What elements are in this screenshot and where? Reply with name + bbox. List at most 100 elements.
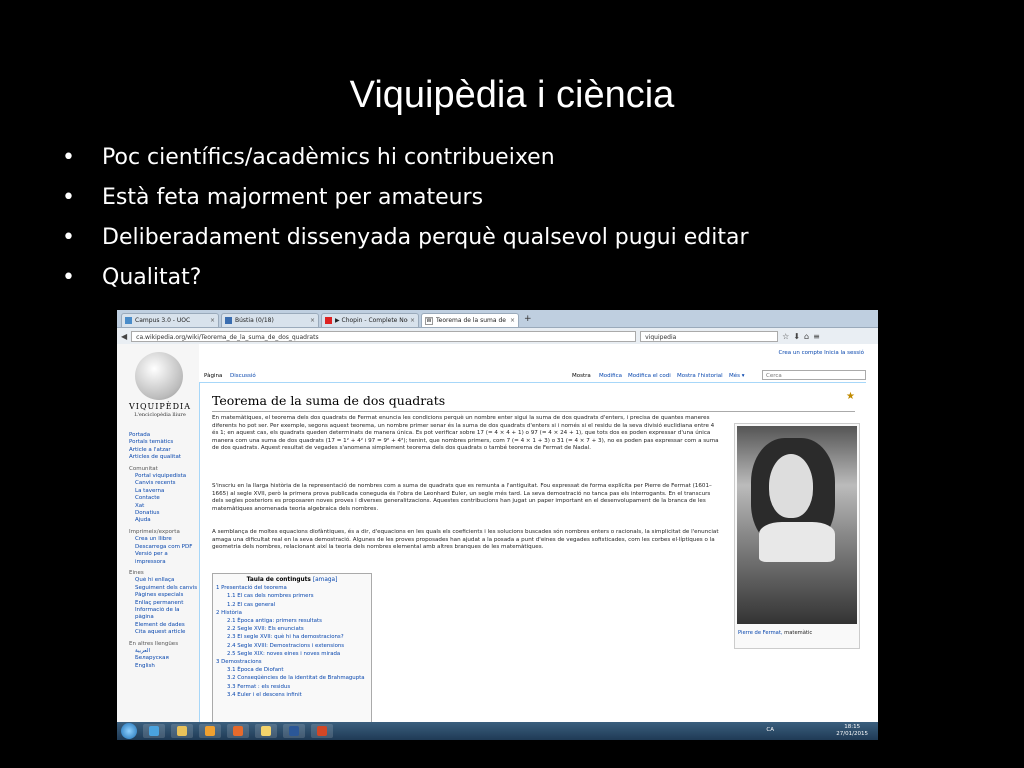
mail-icon (225, 317, 232, 324)
tab-read[interactable]: Mostra (572, 373, 591, 379)
image-caption: Pierre de Fermat, matemàtic (738, 630, 813, 636)
language-indicator[interactable]: CA (766, 727, 774, 733)
toc-item[interactable]: 2.1 Època antiga: primers resultats (213, 617, 371, 625)
toc-item[interactable]: 2.5 Segle XIX: noves eines i noves mirad… (213, 650, 371, 658)
sidebar-link[interactable]: impressora (129, 559, 199, 566)
word-icon (289, 726, 299, 736)
sidebar-link[interactable]: Seguiment dels canvis (129, 585, 199, 592)
browser-tab[interactable]: ▶ Chopin - Complete Noc...× (321, 313, 419, 327)
taskbar-app[interactable] (199, 724, 221, 738)
sidebar-link[interactable]: Canvis recents (129, 480, 199, 487)
taskbar-app[interactable] (255, 724, 277, 738)
sidebar-link[interactable]: English (129, 663, 199, 670)
sidebar-link[interactable]: Enllaç permanent (129, 600, 199, 607)
browser-tabbar: Campus 3.0 - UOC × Bústia (0/18) × ▶ Chopi… (117, 310, 878, 328)
close-icon[interactable]: × (310, 317, 315, 324)
sidebar-link[interactable]: Article a l'atzar (129, 447, 199, 454)
new-tab-icon[interactable]: + (524, 314, 532, 324)
toc-item[interactable]: 1 Presentació del teorema (213, 584, 371, 592)
menu-icon[interactable]: ≡ (813, 332, 820, 341)
back-icon[interactable]: ◀ (121, 332, 127, 341)
sidebar-link[interactable]: Element de dades (129, 622, 199, 629)
sidebar-link[interactable]: Portals temàtics (129, 439, 199, 446)
start-button[interactable] (121, 723, 137, 739)
sidebar-link[interactable]: العربية (129, 648, 199, 655)
wiki-logo-subtitle: L'enciclopèdia lliure (134, 412, 186, 418)
article-paragraph: A semblança de moltes equacions diofànti… (212, 529, 719, 551)
tab-edit-source[interactable]: Modifica el codi (628, 373, 671, 379)
bullet-item: • Qualitat? (62, 265, 202, 290)
browser-tab[interactable]: Campus 3.0 - UOC × (121, 313, 219, 327)
sidebar-link[interactable]: Contacte (129, 495, 199, 502)
toc-item[interactable]: 2.2 Segle XVII: Els enunciats (213, 625, 371, 633)
sidebar-link[interactable]: Articles de qualitat (129, 454, 199, 461)
close-icon[interactable]: × (210, 317, 215, 324)
sidebar-link[interactable]: Xat (129, 503, 199, 510)
sidebar-link[interactable]: pàgina (129, 614, 199, 621)
bullet-list: • Poc científics/acadèmics hi contribueix… (62, 140, 749, 300)
tab-edit[interactable]: Modifica (599, 373, 622, 379)
wiki-logo-globe[interactable] (135, 352, 183, 400)
sidebar-link[interactable]: Cita aquest article (129, 629, 199, 636)
article-title: Teorema de la suma de dos quadrats (212, 393, 446, 408)
personal-tools[interactable]: Crea un compte Inicia la sessió (778, 350, 864, 356)
sidebar-link[interactable]: Pàgines especials (129, 592, 199, 599)
sidebar-link[interactable]: Informació de la (129, 607, 199, 614)
wikipedia-page: VIQUIPÈDIA L'enciclopèdia lliure Portada… (117, 344, 878, 725)
toc-item[interactable]: 3.4 Euler i el descens infinit (213, 691, 371, 699)
sidebar-link[interactable]: Crea un llibre (129, 536, 199, 543)
toc-item[interactable]: 1.2 El cas general (213, 601, 371, 609)
tab-discussion[interactable]: Discussió (230, 373, 256, 379)
sidebar-link[interactable]: Portada (129, 432, 199, 439)
fermat-portrait-image[interactable] (737, 426, 857, 624)
sidebar-link[interactable]: Donatius (129, 510, 199, 517)
bullet-item: • Està feta majorment per amateurs (62, 185, 484, 210)
home-icon[interactable]: ⌂ (804, 332, 809, 341)
browser-search-input[interactable]: viquipedia (640, 330, 779, 342)
toc-item[interactable]: 3.2 Conseqüències de la identitat de Bra… (213, 674, 371, 682)
media-player-icon (205, 726, 215, 736)
sidebar-link[interactable]: Portal viquipedista (129, 473, 199, 480)
close-icon[interactable]: × (410, 317, 415, 324)
sidebar-link[interactable]: Беларуская (129, 655, 199, 662)
taskbar-app[interactable] (227, 724, 249, 738)
browser-tab[interactable]: Bústia (0/18) × (221, 313, 319, 327)
sidebar-link[interactable]: La taverna (129, 488, 199, 495)
toc-item[interactable]: 3 Demostracions (213, 658, 371, 666)
url-input[interactable]: ca.wikipedia.org/wiki/Teorema_de_la_suma… (131, 330, 637, 342)
browser-tab-active[interactable]: WTeorema de la suma de do...× (421, 313, 519, 327)
toc-item[interactable]: 3.1 Època de Diofant (213, 666, 371, 674)
taskbar-app[interactable] (143, 724, 165, 738)
powerpoint-icon (317, 726, 327, 736)
tab-history[interactable]: Mostra l'historial (677, 373, 723, 379)
toc-item[interactable]: 2.3 El segle XVII: què hi ha demostracio… (213, 633, 371, 641)
toc-item[interactable]: 3.3 Fermat : els residus (213, 683, 371, 691)
table-of-contents: Taula de continguts [amaga] 1 Presentaci… (212, 573, 372, 725)
close-icon[interactable]: × (510, 317, 515, 324)
sidebar-link[interactable]: Versió per a (129, 551, 199, 558)
sidebar-link[interactable]: Descarrega com PDF (129, 544, 199, 551)
sidebar-heading: En altres llengües (129, 640, 179, 647)
folder-icon (261, 726, 271, 736)
star-icon[interactable]: ☆ (782, 332, 789, 341)
infobox-image[interactable]: Pierre de Fermat, matemàtic (734, 423, 860, 649)
wiki-search-input[interactable]: Cerca (762, 370, 866, 380)
taskbar-app[interactable] (283, 724, 305, 738)
clock[interactable]: 18:15 27/01/2015 (836, 724, 868, 738)
bullet-item: • Deliberadament dissenyada perquè qualse… (62, 225, 749, 250)
taskbar-app[interactable] (171, 724, 193, 738)
toc-item[interactable]: 2.4 Segle XVIII: Demostracions i extensi… (213, 642, 371, 650)
toc-item[interactable]: 1.1 El cas dels nombres primers (213, 592, 371, 600)
youtube-icon (325, 317, 332, 324)
sidebar-nav: Portada Portals temàtics Article a l'atzar… (129, 432, 199, 670)
navigation-bar: ◀ ca.wikipedia.org/wiki/Teorema_de_la_su… (117, 328, 878, 345)
toc-title: Taula de continguts [amaga] (246, 577, 338, 583)
sidebar-link[interactable]: Què hi enllaça (129, 577, 199, 584)
sidebar-link[interactable]: Ajuda (129, 517, 199, 524)
toc-hide-link[interactable]: [amaga] (313, 577, 338, 583)
download-icon[interactable]: ⬇ (793, 332, 800, 341)
toc-item[interactable]: 2 Història (213, 609, 371, 617)
tab-more[interactable]: Més ▾ (729, 373, 745, 379)
taskbar-app[interactable] (311, 724, 333, 738)
tab-page[interactable]: Pàgina (204, 373, 222, 379)
